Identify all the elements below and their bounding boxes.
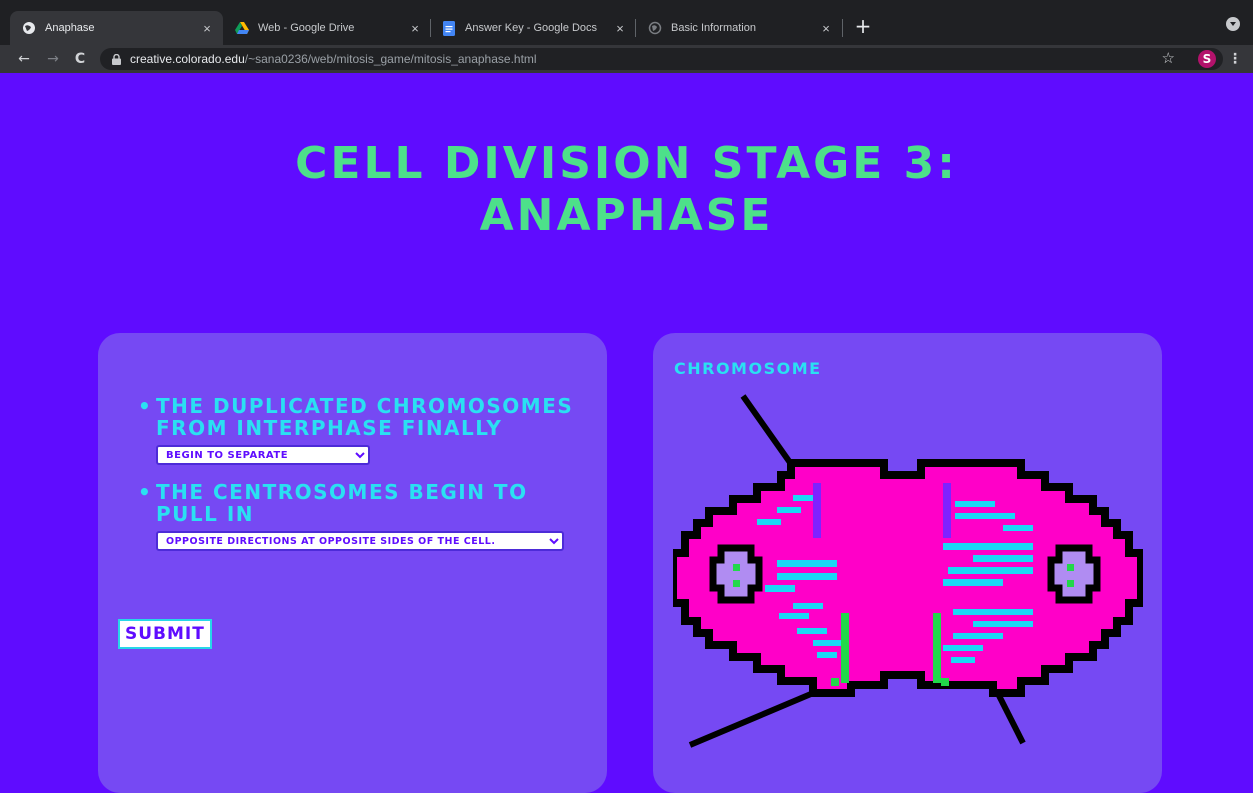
- browser-toolbar: ← → C creative.colorado.edu /~sana0236/w…: [0, 45, 1253, 73]
- close-tab-icon[interactable]: ×: [407, 21, 423, 36]
- centrosome-right: [1047, 544, 1101, 604]
- address-bar[interactable]: creative.colorado.edu /~sana0236/web/mit…: [100, 48, 1223, 70]
- answer-select-1[interactable]: Begin to separate: [156, 445, 370, 465]
- question-prompt: The centrosomes begin to pull in: [156, 480, 528, 526]
- tab-basic-information[interactable]: Basic Information ×: [636, 11, 842, 45]
- tab-divider: [842, 19, 843, 37]
- browser-menu-icon[interactable]: ⋮: [1228, 51, 1242, 67]
- page-title: Cell Division Stage 3: Anaphase: [0, 138, 1253, 242]
- quiz-panel: The duplicated chromosomes from interpha…: [98, 333, 607, 793]
- globe-icon: [22, 21, 36, 35]
- chromosome-label: Chromosome: [674, 359, 822, 378]
- submit-button[interactable]: Submit: [118, 619, 212, 649]
- globe-icon: [648, 21, 662, 35]
- centrosome-left: [709, 544, 763, 604]
- forward-icon[interactable]: →: [43, 50, 63, 68]
- tab-title: Answer Key - Google Docs: [465, 22, 598, 34]
- google-docs-icon: [442, 20, 456, 36]
- new-tab-button[interactable]: +: [851, 15, 875, 39]
- close-tab-icon[interactable]: ×: [818, 21, 834, 36]
- page-title-line-2: Anaphase: [479, 190, 774, 241]
- profile-avatar[interactable]: S: [1198, 50, 1216, 68]
- answer-select-2[interactable]: Opposite directions at opposite sides of…: [156, 531, 564, 551]
- page-title-line-1: Cell Division Stage 3:: [295, 138, 958, 189]
- tab-title: Basic Information: [671, 22, 756, 34]
- tab-title: Web - Google Drive: [258, 22, 355, 34]
- tab-answer-key[interactable]: Answer Key - Google Docs ×: [430, 11, 636, 45]
- bookmark-star-icon[interactable]: ☆: [1162, 49, 1175, 67]
- question-list: The duplicated chromosomes from interpha…: [138, 395, 578, 551]
- tab-title: Anaphase: [45, 22, 95, 34]
- tab-google-drive[interactable]: Web - Google Drive ×: [223, 11, 431, 45]
- url-path: /~sana0236/web/mitosis_game/mitosis_anap…: [244, 52, 537, 66]
- url-host: creative.colorado.edu: [130, 52, 245, 66]
- anaphase-cell-illustration: [673, 394, 1143, 748]
- question-prompt: The duplicated chromosomes from interpha…: [156, 394, 574, 440]
- browser-tab-bar: Anaphase × Web - Google Drive × Answer K…: [0, 0, 1253, 45]
- question-item: The centrosomes begin to pull in Opposit…: [138, 481, 578, 551]
- close-tab-icon[interactable]: ×: [612, 21, 628, 36]
- reload-icon[interactable]: C: [70, 50, 90, 68]
- diagram-panel: Chromosome: [653, 333, 1162, 793]
- lock-icon[interactable]: [112, 53, 124, 65]
- google-drive-icon: [235, 21, 249, 35]
- back-icon[interactable]: ←: [14, 50, 34, 68]
- question-item: The duplicated chromosomes from interpha…: [138, 395, 578, 465]
- tab-search-icon[interactable]: [1226, 17, 1240, 31]
- close-tab-icon[interactable]: ×: [199, 21, 215, 36]
- tab-anaphase[interactable]: Anaphase ×: [10, 11, 223, 45]
